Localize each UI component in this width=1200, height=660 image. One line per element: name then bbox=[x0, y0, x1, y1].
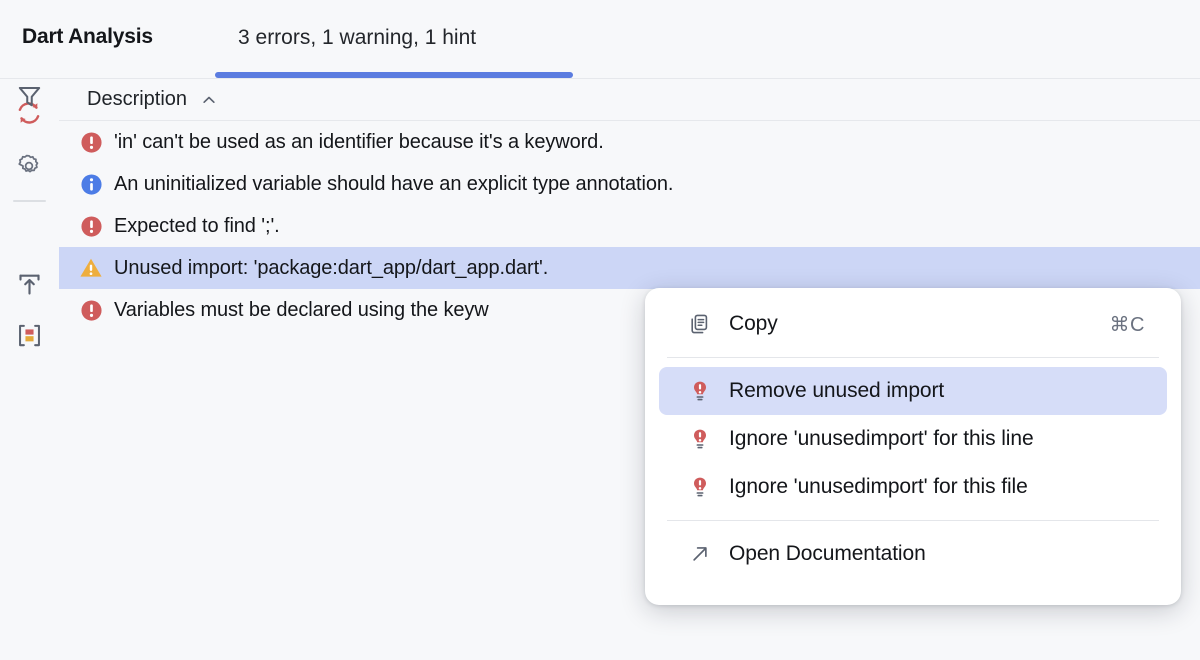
error-icon bbox=[79, 298, 103, 322]
row-description: An uninitialized variable should have an… bbox=[114, 173, 673, 196]
expand-all-button[interactable] bbox=[9, 267, 49, 307]
panel-header: Dart Analysis 3 errors, 1 warning, 1 hin… bbox=[0, 0, 1200, 79]
menu-item-shortcut: ⌘C bbox=[1110, 312, 1145, 337]
quickfix-bulb-icon bbox=[687, 474, 713, 500]
menu-item-remove-unused-import[interactable]: Remove unused import bbox=[659, 367, 1167, 415]
menu-separator bbox=[667, 357, 1159, 358]
group-by-severity-button[interactable] bbox=[9, 318, 49, 358]
dart-analysis-panel: Dart Analysis 3 errors, 1 warning, 1 hin… bbox=[0, 0, 1200, 660]
table-row[interactable]: An uninitialized variable should have an… bbox=[59, 163, 1200, 205]
external-link-arrow-icon bbox=[687, 541, 713, 567]
quickfix-bulb-icon bbox=[687, 426, 713, 452]
menu-item-ignore-file[interactable]: Ignore 'unusedimport' for this file bbox=[659, 463, 1167, 511]
gear-icon bbox=[16, 153, 42, 184]
row-description: 'in' can't be used as an identifier beca… bbox=[114, 131, 604, 154]
row-description: Expected to find ';'. bbox=[114, 215, 280, 238]
table-row[interactable]: Unused import: 'package:dart_app/dart_ap… bbox=[59, 247, 1200, 289]
copy-icon bbox=[687, 311, 713, 337]
menu-item-copy[interactable]: Copy ⌘C bbox=[659, 300, 1167, 348]
row-description: Variables must be declared using the key… bbox=[114, 299, 489, 322]
table-row[interactable]: Expected to find ';'. bbox=[59, 205, 1200, 247]
error-icon bbox=[79, 214, 103, 238]
expand-all-icon bbox=[16, 271, 43, 303]
warning-icon bbox=[79, 256, 103, 280]
filter-icon bbox=[16, 83, 43, 115]
page-title: Dart Analysis bbox=[22, 25, 153, 49]
menu-separator bbox=[667, 520, 1159, 521]
info-icon bbox=[79, 172, 103, 196]
column-header-label: Description bbox=[87, 88, 187, 111]
toolbar-divider bbox=[13, 200, 46, 202]
menu-item-label: Copy bbox=[729, 312, 778, 336]
row-description: Unused import: 'package:dart_app/dart_ap… bbox=[114, 257, 548, 280]
table-row[interactable]: 'in' can't be used as an identifier beca… bbox=[59, 121, 1200, 163]
menu-item-label: Open Documentation bbox=[729, 542, 926, 566]
menu-item-label: Ignore 'unusedimport' for this file bbox=[729, 475, 1028, 499]
menu-item-label: Ignore 'unusedimport' for this line bbox=[729, 427, 1034, 451]
tab-issue-summary[interactable]: 3 errors, 1 warning, 1 hint bbox=[238, 26, 476, 50]
menu-item-open-documentation[interactable]: Open Documentation bbox=[659, 530, 1167, 578]
filter-issues-button[interactable] bbox=[9, 79, 49, 119]
menu-item-label: Remove unused import bbox=[729, 379, 944, 403]
error-icon bbox=[79, 130, 103, 154]
context-menu: Copy ⌘C Remove unused import bbox=[645, 288, 1181, 605]
group-by-severity-icon bbox=[16, 322, 43, 354]
analysis-settings-button[interactable] bbox=[9, 148, 49, 188]
column-header-description[interactable]: Description bbox=[59, 79, 1200, 121]
chevron-up-icon bbox=[200, 91, 218, 109]
side-toolbar bbox=[0, 79, 59, 660]
menu-item-ignore-line[interactable]: Ignore 'unusedimport' for this line bbox=[659, 415, 1167, 463]
quickfix-bulb-icon bbox=[687, 378, 713, 404]
active-tab-indicator bbox=[215, 72, 573, 78]
